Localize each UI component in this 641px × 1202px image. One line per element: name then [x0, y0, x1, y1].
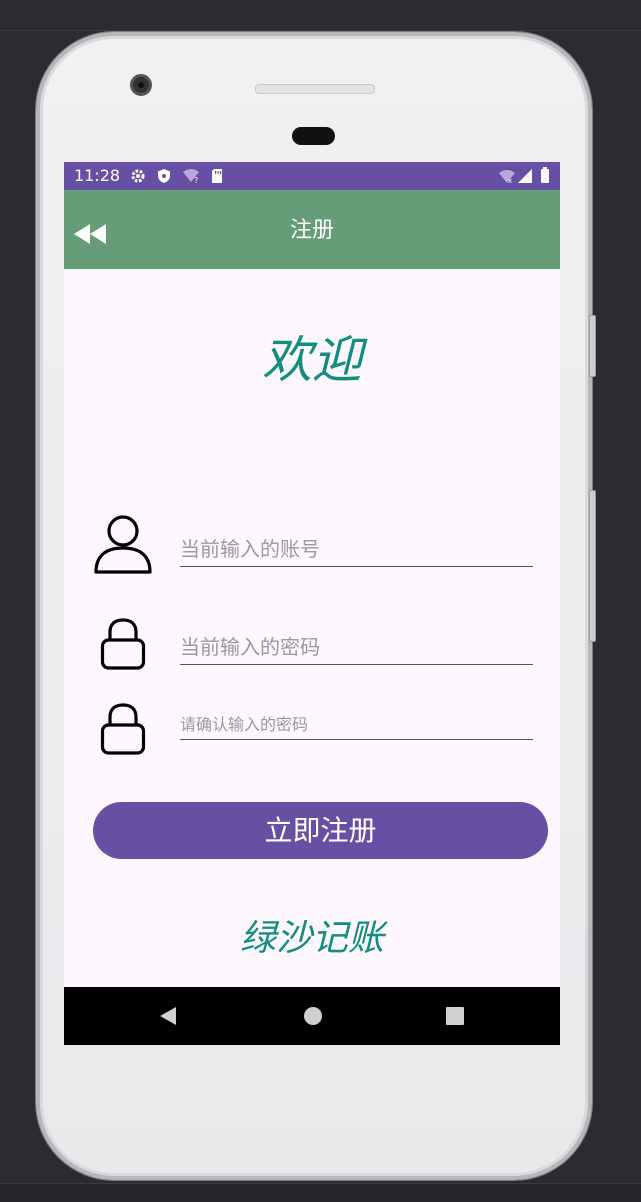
user-icon	[94, 515, 152, 574]
volume-button	[589, 315, 596, 377]
account-input[interactable]	[180, 534, 533, 567]
lock-icon	[100, 618, 146, 670]
wifi-question-icon: ?	[183, 169, 199, 184]
app-bar: 注册	[64, 190, 560, 269]
shield-icon	[158, 169, 170, 183]
page-title: 注册	[289, 218, 334, 243]
wifi-off-icon: x	[499, 170, 515, 184]
svg-text:?: ?	[194, 176, 198, 184]
settings-icon	[131, 169, 145, 183]
signal-icon	[518, 169, 532, 183]
confirm-password-input[interactable]	[180, 712, 533, 740]
sd-card-icon	[212, 169, 222, 183]
back-triangle-icon[interactable]	[158, 1005, 178, 1027]
front-camera	[130, 74, 152, 96]
password-input[interactable]	[180, 632, 533, 665]
emulator-top-strip	[0, 0, 641, 31]
svg-text:x: x	[508, 177, 512, 184]
home-circle-icon[interactable]	[302, 1005, 324, 1027]
battery-icon	[541, 167, 549, 183]
emulator-bottom-strip	[0, 1183, 641, 1202]
lock-icon	[100, 703, 146, 755]
welcome-heading: 欢迎	[262, 331, 362, 389]
recents-square-icon[interactable]	[445, 1005, 465, 1027]
status-bar: 11:28 ? x	[64, 162, 560, 190]
register-button[interactable]: 立即注册	[93, 802, 548, 859]
status-time: 11:28	[74, 166, 121, 185]
power-button	[589, 490, 596, 642]
brand-label: 绿沙记账	[239, 918, 384, 959]
navigation-bar	[64, 987, 560, 1045]
device-screen: 11:28 ? x 注册 欢迎 当前输入的账号 立即注册 绿沙记账	[64, 162, 560, 1045]
earpiece	[292, 127, 335, 145]
speaker-grille	[255, 84, 375, 94]
